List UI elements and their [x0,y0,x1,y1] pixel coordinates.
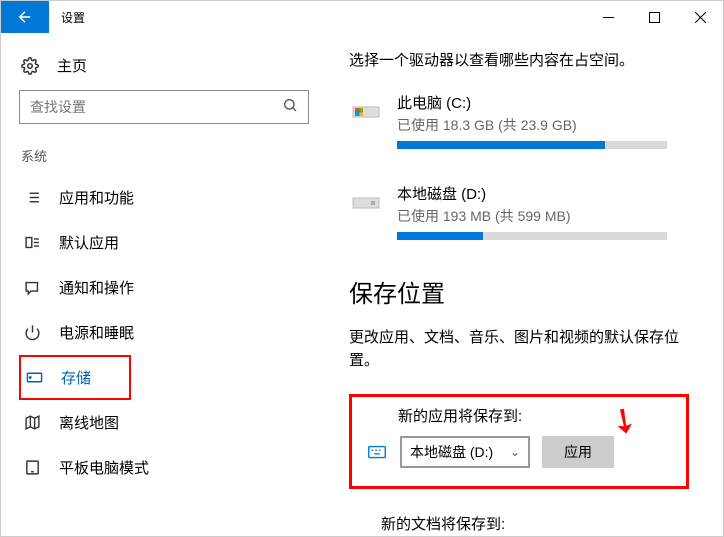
window-title: 设置 [49,9,85,26]
close-button[interactable] [677,1,723,33]
storage-icon [25,369,43,387]
notifications-icon [23,279,41,297]
map-icon [23,414,41,432]
search-input[interactable] [30,99,282,115]
home-link[interactable]: 主页 [19,45,321,90]
sidebar-item-storage[interactable]: 存储 [19,355,131,400]
drive-name: 本地磁盘 (D:) [397,183,703,204]
chevron-down-icon: ⌄ [510,445,520,459]
sidebar-item-label: 离线地图 [59,412,119,433]
save-docs-label: 新的文档将保存到: [349,513,689,534]
sidebar: 主页 系统 应用和功能 默认应用 通知和操作 [1,33,321,536]
maximize-button[interactable] [631,1,677,33]
sidebar-item-label: 存储 [61,367,91,388]
tablet-icon [23,459,41,477]
minimize-button[interactable] [585,1,631,33]
drive-name: 此电脑 (C:) [397,92,703,113]
dropdown-value: 本地磁盘 (D:) [410,442,493,462]
drive-usage: 已使用 18.3 GB (共 23.9 GB) [397,115,703,135]
save-apps-dropdown[interactable]: 本地磁盘 (D:) ⌄ [400,436,530,468]
back-button[interactable] [1,1,49,33]
save-locations-header: 保存位置 [349,274,703,309]
sidebar-section-label: 系统 [19,142,321,175]
drive-progress [397,232,667,240]
sidebar-item-tablet-mode[interactable]: 平板电脑模式 [19,445,321,490]
titlebar: 设置 [1,1,723,33]
apps-type-icon [366,441,388,463]
drive-item-d[interactable]: 本地磁盘 (D:) 已使用 193 MB (共 599 MB) [349,183,703,240]
save-docs-group: 新的文档将保存到: 此电脑 (C:) ⌄ [349,513,689,536]
sidebar-item-label: 电源和睡眠 [59,322,134,343]
drive-item-c[interactable]: 此电脑 (C:) 已使用 18.3 GB (共 23.9 GB) [349,92,703,149]
sidebar-item-default-apps[interactable]: 默认应用 [19,220,321,265]
sidebar-item-offline-maps[interactable]: 离线地图 [19,400,321,445]
gear-icon [21,57,39,75]
drive-windows-icon [349,96,383,120]
default-apps-icon [23,234,41,252]
save-apps-group: ➘ 新的应用将保存到: 本地磁盘 (D:) ⌄ 应用 [349,394,689,489]
save-locations-desc: 更改应用、文档、音乐、图片和视频的默认保存位置。 [349,327,703,372]
home-label: 主页 [57,55,87,76]
sidebar-item-power-sleep[interactable]: 电源和睡眠 [19,310,321,355]
drive-usage: 已使用 193 MB (共 599 MB) [397,206,703,226]
save-apps-label: 新的应用将保存到: [366,405,672,426]
apply-button[interactable]: 应用 [542,436,614,468]
list-icon [23,189,41,207]
sidebar-item-notifications[interactable]: 通知和操作 [19,265,321,310]
drive-progress [397,141,667,149]
sidebar-item-label: 默认应用 [59,232,119,253]
storage-subtitle: 选择一个驱动器以查看哪些内容在占空间。 [349,49,703,70]
search-icon [282,97,298,117]
sidebar-item-label: 应用和功能 [59,187,134,208]
sidebar-item-apps-features[interactable]: 应用和功能 [19,175,321,220]
main-content: 选择一个驱动器以查看哪些内容在占空间。 此电脑 (C:) 已使用 18.3 GB… [321,33,723,536]
power-icon [23,324,41,342]
search-box[interactable] [19,90,309,124]
drive-icon [349,187,383,211]
sidebar-item-label: 平板电脑模式 [59,457,149,478]
sidebar-item-label: 通知和操作 [59,277,134,298]
